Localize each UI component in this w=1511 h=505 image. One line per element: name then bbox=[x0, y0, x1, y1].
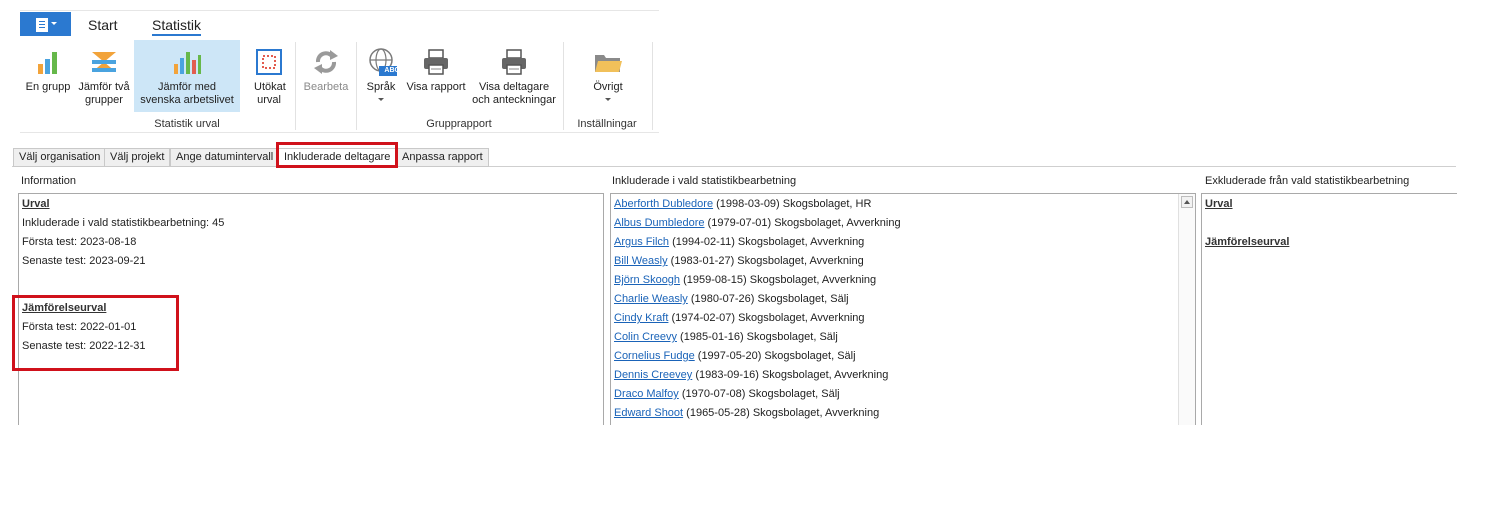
bar-chart-single-icon bbox=[38, 52, 57, 74]
chevron-down-icon bbox=[378, 98, 384, 101]
button-label: Visa deltagare och anteckningar bbox=[472, 81, 556, 106]
participant-details: (1997-05-20) Skogsbolaget, Sälj bbox=[694, 350, 856, 362]
visa-deltagare-button[interactable]: Visa deltagare och anteckningar bbox=[470, 40, 558, 112]
participant-details: (1979-07-01) Skogsbolaget, Avverkning bbox=[704, 217, 901, 229]
refresh-icon bbox=[314, 50, 338, 74]
participant-row: Björn Skoogh (1959-08-15) Skogsbolaget, … bbox=[614, 271, 876, 290]
participant-row: Colin Creevy (1985-01-16) Skogsbolaget, … bbox=[614, 328, 838, 347]
participant-link[interactable]: Cindy Kraft bbox=[614, 312, 668, 324]
tab-valj-projekt[interactable]: Välj projekt bbox=[104, 148, 171, 167]
participant-row: Argus Filch (1994-02-11) Skogsbolaget, A… bbox=[614, 233, 864, 252]
included-panel-title: Inkluderade i vald statistikbearbetning bbox=[612, 175, 797, 187]
button-label: Språk bbox=[366, 81, 396, 93]
ovrigt-dropdown-button[interactable]: Övrigt bbox=[578, 40, 638, 112]
participant-row: Cornelius Fudge (1997-05-20) Skogsbolage… bbox=[614, 347, 856, 366]
utokat-urval-button[interactable]: Utökat urval bbox=[246, 40, 292, 112]
button-label: Övrigt bbox=[593, 81, 623, 93]
button-label: En grupp bbox=[25, 81, 71, 93]
group-label-statistik-urval: Statistik urval bbox=[154, 118, 220, 130]
highlight-box-jamforelseurval bbox=[12, 295, 179, 371]
participant-details: (1965-05-28) Skogsbolaget, Avverkning bbox=[683, 407, 880, 419]
button-label: Bearbeta bbox=[303, 81, 349, 93]
participant-link[interactable]: Colin Creevy bbox=[614, 331, 677, 343]
tab-anpassa-rapport[interactable]: Anpassa rapport bbox=[396, 148, 489, 167]
participant-details: (1980-07-26) Skogsbolaget, Sälj bbox=[687, 293, 849, 305]
participant-row: Cindy Kraft (1974-02-07) Skogsbolaget, A… bbox=[614, 309, 865, 328]
visa-rapport-button[interactable]: Visa rapport bbox=[405, 40, 467, 112]
info-panel-title: Information bbox=[21, 175, 77, 187]
participant-row: Dennis Creevey (1983-09-16) Skogsbolaget… bbox=[614, 366, 888, 385]
participant-link[interactable]: Cornelius Fudge bbox=[614, 350, 695, 362]
button-label: Jämför två grupper bbox=[78, 81, 130, 106]
participant-link[interactable]: Aberforth Dubledore bbox=[614, 198, 713, 210]
ribbon-bottom-border bbox=[20, 132, 659, 133]
participant-link[interactable]: Björn Skoogh bbox=[614, 274, 680, 286]
ribbon-separator bbox=[652, 42, 653, 130]
participant-row: Charlie Weasly (1980-07-26) Skogsbolaget… bbox=[614, 290, 849, 309]
participant-row: Albus Dumbledore (1979-07-01) Skogsbolag… bbox=[614, 214, 901, 233]
participant-link[interactable]: Bill Weasly bbox=[614, 255, 668, 267]
participant-details: (1974-02-07) Skogsbolaget, Avverkning bbox=[668, 312, 865, 324]
document-icon bbox=[36, 18, 48, 32]
compare-groups-icon bbox=[92, 52, 116, 72]
scroll-up-icon[interactable] bbox=[1181, 196, 1193, 208]
en-grupp-button[interactable]: En grupp bbox=[22, 40, 74, 112]
folder-icon bbox=[595, 55, 622, 72]
participant-link[interactable]: Argus Filch bbox=[614, 236, 669, 248]
ribbon-tab-start[interactable]: Start bbox=[88, 17, 118, 33]
ribbon-separator bbox=[356, 42, 357, 130]
printer-icon bbox=[424, 49, 448, 75]
ribbon-separator bbox=[563, 42, 564, 130]
sprak-dropdown-button[interactable]: ABC Språk bbox=[360, 40, 402, 112]
jamfor-svenska-arbetslivet-button[interactable]: Jämför med svenska arbetslivet bbox=[134, 40, 240, 112]
group-label-installningar: Inställningar bbox=[577, 118, 637, 130]
excluded-urval-heading: Urval bbox=[1205, 198, 1233, 210]
participant-row: Aberforth Dubledore (1998-03-09) Skogsbo… bbox=[614, 195, 871, 214]
participant-row: Edward Shoot (1965-05-28) Skogsbolaget, … bbox=[614, 404, 879, 423]
vertical-scrollbar[interactable] bbox=[1178, 194, 1195, 425]
extended-selection-icon bbox=[256, 49, 282, 75]
first-test: Första test: 2023-08-18 bbox=[22, 236, 137, 248]
printer-icon bbox=[502, 49, 526, 75]
abc-badge: ABC bbox=[384, 67, 400, 74]
participant-details: (1985-01-16) Skogsbolaget, Sälj bbox=[676, 331, 838, 343]
participant-link[interactable]: Charlie Weasly bbox=[614, 293, 688, 305]
participant-link[interactable]: Draco Malfoy bbox=[614, 388, 679, 400]
participant-details: (1983-09-16) Skogsbolaget, Avverkning bbox=[692, 369, 889, 381]
participant-link[interactable]: Albus Dumbledore bbox=[614, 217, 705, 229]
last-test: Senaste test: 2023-09-21 bbox=[22, 255, 146, 267]
participant-link[interactable]: Dennis Creevey bbox=[614, 369, 692, 381]
caret-down-icon bbox=[51, 22, 57, 25]
participant-details: (1998-03-09) Skogsbolaget, HR bbox=[713, 198, 872, 210]
chevron-down-icon bbox=[605, 98, 611, 101]
participant-details: (1970-07-08) Skogsbolaget, Sälj bbox=[678, 388, 840, 400]
bar-chart-multi-icon bbox=[174, 52, 201, 74]
participant-details: (1959-08-15) Skogsbolaget, Avverkning bbox=[680, 274, 877, 286]
ribbon-top-border bbox=[20, 10, 659, 11]
included-count: Inkluderade i vald statistikbearbetning:… bbox=[22, 217, 225, 229]
jamfor-tva-grupper-button[interactable]: Jämför två grupper bbox=[76, 40, 132, 112]
highlight-box-tab bbox=[276, 142, 398, 168]
participant-link[interactable]: Edward Shoot bbox=[614, 407, 683, 419]
urval-heading: Urval bbox=[22, 198, 50, 210]
tab-valj-organisation[interactable]: Välj organisation bbox=[13, 148, 107, 167]
participant-row: Bill Weasly (1983-01-27) Skogsbolaget, A… bbox=[614, 252, 864, 271]
group-label-grupprapport: Grupprapport bbox=[426, 118, 492, 130]
ribbon-tab-statistik[interactable]: Statistik bbox=[152, 17, 202, 36]
excluded-jamforelseurval-heading: Jämförelseurval bbox=[1205, 236, 1290, 248]
button-label: Jämför med svenska arbetslivet bbox=[140, 81, 234, 106]
excluded-pane: Urval Jämförelseurval bbox=[1201, 193, 1457, 425]
button-label: Visa rapport bbox=[406, 81, 466, 93]
participant-row: Draco Malfoy (1970-07-08) Skogsbolaget, … bbox=[614, 385, 840, 404]
participant-details: (1983-01-27) Skogsbolaget, Avverkning bbox=[667, 255, 864, 267]
participant-details: (1994-02-11) Skogsbolaget, Avverkning bbox=[669, 236, 865, 248]
included-list-pane: Aberforth Dubledore (1998-03-09) Skogsbo… bbox=[610, 193, 1196, 425]
bearbeta-button[interactable]: Bearbeta bbox=[300, 40, 352, 112]
ribbon-separator bbox=[295, 42, 296, 130]
excluded-panel-title: Exkluderade från vald statistikbearbetni… bbox=[1205, 175, 1410, 187]
application-menu-button[interactable] bbox=[20, 12, 71, 36]
tab-ange-datumintervall[interactable]: Ange datumintervall bbox=[170, 148, 280, 167]
button-label: Utökat urval bbox=[254, 81, 286, 106]
